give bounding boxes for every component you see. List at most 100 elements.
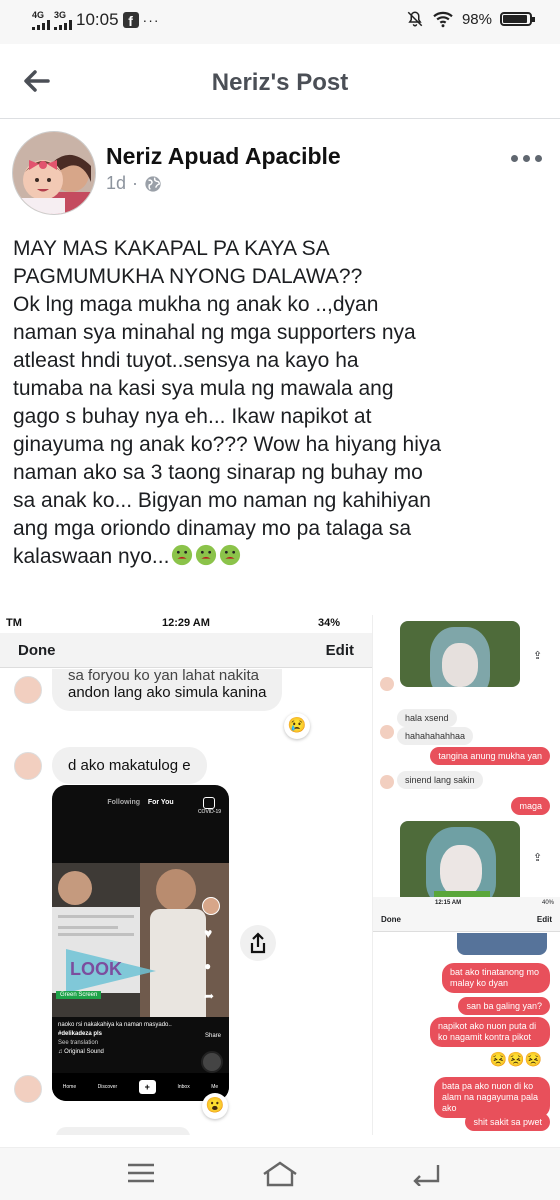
inner-status-bar: TM 12:29 AM 34% <box>6 617 341 629</box>
message-bubble: hahahahahhaa <box>397 727 474 745</box>
cell-signal-1: 4G <box>32 10 50 30</box>
post-text-line: ang mga oriondo dinamay mo pa talaga sa <box>13 517 412 540</box>
post-text-line: MAY MAS KAKAPAL PA KAYA SA <box>13 237 330 260</box>
tiktok-discover: Discover <box>97 1084 118 1090</box>
tab-following: Following <box>107 799 141 806</box>
share-label: Share <box>204 1033 221 1039</box>
message-bubble-sent: bat ako tinatanong mo malay ko dyan <box>442 963 550 993</box>
photo-message <box>400 821 520 909</box>
wifi-icon <box>433 11 453 28</box>
tab-for-you: For You <box>147 799 174 806</box>
message-bubble: sa foryou ko yan lahat nakita andon lang… <box>52 667 283 711</box>
see-translation: See translation <box>58 1040 99 1046</box>
tiktok-video-card[interactable]: Following For You COVID-19 LOOK Green Sc… <box>52 785 229 1101</box>
nauseated-face-icon <box>172 544 193 566</box>
message-bubble: hala xsend <box>397 709 457 727</box>
battery-percent: 98% <box>461 10 492 28</box>
post-text-line: ginayuma ng anak ko??? Wow ha hiyang hiy… <box>13 433 442 456</box>
share-icon-small: ⇪ <box>533 852 543 864</box>
mute-icon <box>407 11 423 27</box>
post-card: Neriz Apuad Apacible 1d · MAY MAS KAKAPA… <box>0 119 560 1149</box>
chat-screenshot-left[interactable]: TM 12:29 AM 34% Done Edit sa foryou ko y… <box>0 615 373 1135</box>
message-bubble: d ako makatulog e <box>52 747 207 784</box>
avatar-photo <box>13 132 95 214</box>
inner-nav-bar: Done Edit <box>0 633 372 668</box>
post-text-line: naman sya minahal ng mga supporters nya <box>13 321 416 344</box>
post-media[interactable]: TM 12:29 AM 34% Done Edit sa foryou ko y… <box>0 615 560 1135</box>
author-avatar[interactable] <box>12 131 96 215</box>
inner-screenshot-header: 12:15 AM 40% Done Edit <box>373 897 560 932</box>
post-text-line: Ok lng maga mukha ng anak ko ..,dyan <box>13 293 379 316</box>
tiktok-create: + <box>138 1080 156 1094</box>
video-caption: naoko rsi nakakahiya ka naman masyado.. <box>58 1022 172 1028</box>
green-screen-tag: Green Screen <box>56 991 102 999</box>
battery-icon <box>500 12 535 26</box>
message-row: sa foryou ko yan lahat nakita andon lang… <box>14 667 283 711</box>
comment-icon: ● <box>204 959 212 973</box>
tiktok-inbox: Inbox <box>177 1084 190 1090</box>
share-icon <box>250 932 266 954</box>
post-text-line-last: kalaswaan nyo... <box>13 543 553 571</box>
post-text-line: gago s buhay nya eh... Ikaw napikot at <box>13 405 372 428</box>
avatar <box>380 725 394 739</box>
avatar <box>14 1075 42 1103</box>
post-body: MAY MAS KAKAPAL PA KAYA SA PAGMUMUKHA NY… <box>13 235 553 571</box>
video-hashtag: #delikadeza pls <box>58 1031 103 1037</box>
look-label: LOOK <box>70 959 122 979</box>
page-title: Neriz's Post <box>211 69 349 96</box>
chat-screenshot-right[interactable]: ⇪ hala xsend hahahahahhaa tangina anung … <box>373 615 560 1135</box>
post-text-line: atleast hndi tuyot..sensya na kayo ha <box>13 349 359 372</box>
more-options-icon[interactable] <box>511 155 542 162</box>
photo-message-partial <box>457 933 547 955</box>
share-arrow-icon: ➦ <box>204 989 215 1003</box>
emoji-message: 😣😣😣 <box>489 1051 542 1067</box>
share-icon-small: ⇪ <box>533 650 543 662</box>
status-bar: 4G 3G 10:05 f ··· 98% <box>0 0 560 44</box>
edit-label: Edit <box>325 642 354 659</box>
home-icon[interactable] <box>262 1160 298 1188</box>
post-time: 1d <box>106 173 127 193</box>
done-label: Done <box>18 642 56 659</box>
cell-signal-2: 3G <box>54 10 72 30</box>
avatar <box>14 676 42 704</box>
tiktok-nav: Home Discover + Inbox Me <box>52 1073 229 1101</box>
meta-separator: · <box>132 173 139 193</box>
facebook-notification-icon: f <box>122 12 139 28</box>
more-notifications: ··· <box>142 12 160 28</box>
creator-avatar <box>202 897 220 915</box>
covid-badge: COVID-19 <box>198 797 221 815</box>
back-icon[interactable] <box>410 1160 442 1186</box>
music-disc-icon <box>201 1051 223 1073</box>
message-bubble-sent: tangina anung mukha yan <box>430 747 550 765</box>
sound-label: ♫ Original Sound <box>58 1049 104 1055</box>
message-bubble-sent: bata pa ako nuon di ko alam na nagayuma … <box>434 1077 550 1118</box>
post-text-line: tumaba na kasi sya mula ng mawala ang <box>13 377 394 400</box>
done-label: Done <box>381 915 401 924</box>
avatar <box>380 677 394 691</box>
tiktok-me: Me <box>211 1084 219 1090</box>
avatar <box>380 775 394 789</box>
post-header: Neriz's Post <box>0 44 560 119</box>
reaction-badge: 😢 <box>284 713 310 739</box>
message-bubble-sent: shit sakit sa pwet <box>465 1113 550 1131</box>
clock: 10:05 <box>76 10 119 29</box>
message-bubble: sinend lang sakin <box>397 771 483 789</box>
post-meta: 1d · <box>106 173 162 194</box>
video-frame: LOOK Green Screen ♥ ● ➦ <box>52 863 229 1017</box>
message-row: d ako makatulog e <box>14 747 207 784</box>
message-bubble-partial <box>56 1127 190 1135</box>
menu-icon[interactable] <box>126 1160 156 1186</box>
globe-icon <box>145 175 161 192</box>
photo-message <box>400 621 520 687</box>
system-nav-bar <box>0 1147 560 1200</box>
avatar <box>14 751 42 780</box>
message-bubble-sent: napikot ako nuon puta di ko nagamit kont… <box>430 1017 550 1047</box>
heart-icon: ♥ <box>204 925 213 941</box>
edit-label: Edit <box>536 915 552 924</box>
post-text-line: PAGMUMUKHA NYONG DALAWA?? <box>13 265 363 288</box>
reaction-badge: 😮 <box>202 1093 228 1119</box>
author-name[interactable]: Neriz Apuad Apacible <box>106 143 341 170</box>
post-text-line: naman ako sa 3 taong sinarap ng buhay mo <box>13 461 423 484</box>
message-bubble-sent: maga <box>511 797 550 815</box>
share-button[interactable] <box>240 925 276 961</box>
